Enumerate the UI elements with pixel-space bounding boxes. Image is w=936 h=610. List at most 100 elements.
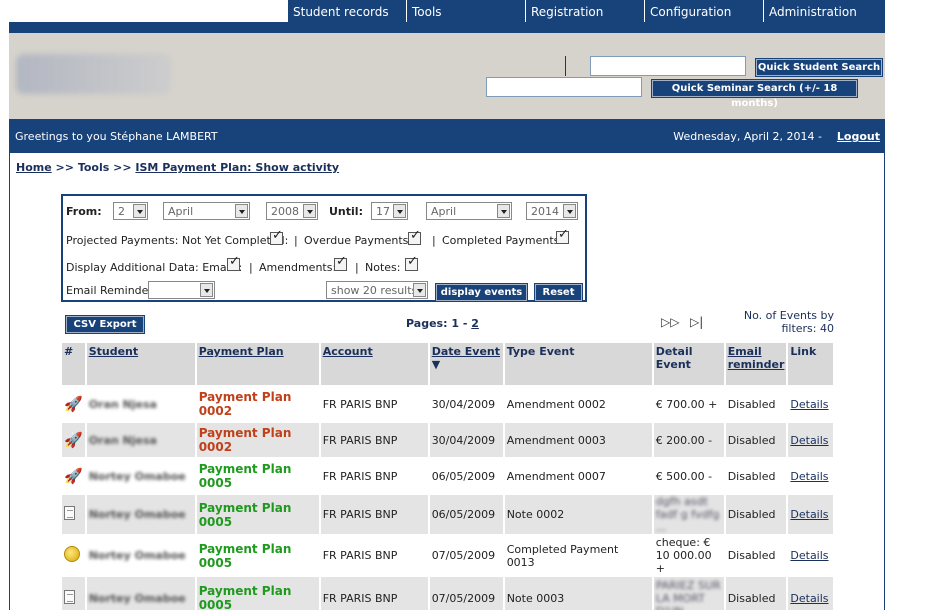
- reset-button[interactable]: Reset: [534, 283, 583, 302]
- from-day-select[interactable]: 2: [113, 202, 148, 220]
- chevron-down-icon: [393, 204, 406, 218]
- table-row: 🚀 Oran Njesa Payment Plan 0002 FR PARIS …: [62, 387, 833, 421]
- table-row: 🚀 Nortey Omaboe Payment Plan 0005 FR PAR…: [62, 459, 833, 493]
- page-dash: -: [462, 317, 468, 330]
- email-reminder: Disabled: [725, 423, 787, 457]
- date-event: 30/04/2009: [431, 397, 496, 411]
- from-year-select[interactable]: 2008: [266, 202, 318, 220]
- breadcrumb-tools: Tools: [77, 161, 110, 174]
- details-link[interactable]: Details: [790, 592, 828, 605]
- display-events-button[interactable]: display events: [435, 283, 528, 302]
- email-reminder: Disabled: [727, 397, 776, 411]
- until-month-select[interactable]: April: [426, 202, 512, 220]
- column-header-number: #: [62, 343, 85, 385]
- table-header-row: # Student Payment Plan Account Date Even…: [62, 343, 834, 385]
- details-link[interactable]: Details: [790, 398, 828, 411]
- quick-seminar-search-input[interactable]: [486, 77, 642, 97]
- greeting-text: Greetings to you Stéphane LAMBERT: [15, 130, 218, 143]
- column-header-email-reminder[interactable]: Email reminder: [725, 343, 787, 385]
- row-icon-cell: 🚀: [62, 423, 85, 457]
- quick-seminar-search-button[interactable]: Quick Seminar Search (+/- 18 months): [651, 79, 858, 109]
- quick-student-search-button[interactable]: Quick Student Search: [755, 58, 883, 77]
- notes-checkbox[interactable]: [405, 254, 418, 271]
- email-reminder: Disabled: [725, 577, 787, 610]
- nav-administration[interactable]: Administration: [763, 0, 885, 22]
- chevron-down-icon: [563, 204, 576, 218]
- details-link[interactable]: Details: [790, 508, 828, 521]
- divider: [565, 56, 566, 76]
- document-icon: [64, 589, 75, 604]
- details-link[interactable]: Details: [790, 434, 828, 447]
- logout-link[interactable]: Logout: [837, 130, 880, 143]
- detail-event: dgfh asdt fadf g fvdfg ...: [655, 495, 720, 534]
- amendments-checkbox[interactable]: [334, 254, 347, 271]
- until-day-select[interactable]: 17: [371, 202, 408, 220]
- email-reminder-select[interactable]: [148, 281, 215, 299]
- nav-registration[interactable]: Registration: [525, 0, 644, 22]
- page-1-link[interactable]: 1: [451, 317, 459, 330]
- column-header-account[interactable]: Account: [320, 343, 428, 385]
- type-event: Completed Payment 0013: [506, 542, 619, 569]
- filter-panel: From: 2 April 2008 Until: 17 April 2014 …: [61, 194, 587, 302]
- events-table: # Student Payment Plan Account Date Even…: [60, 341, 835, 610]
- breadcrumb-current[interactable]: ISM Payment Plan: Show activity: [135, 161, 339, 174]
- projected-checkbox[interactable]: [270, 228, 283, 245]
- row-icon-cell: 🚀: [62, 459, 85, 493]
- account: FR PARIS BNP: [320, 495, 428, 534]
- email-reminder: Disabled: [725, 495, 787, 534]
- until-label: Until:: [329, 205, 363, 218]
- detail-event: € 700.00 +: [655, 397, 718, 411]
- chevron-down-icon: [200, 283, 213, 297]
- type-event: Amendment 0007: [506, 469, 606, 483]
- breadcrumb-home[interactable]: Home: [16, 161, 52, 174]
- table-row: Nortey Omaboe Payment Plan 0005 FR PARIS…: [62, 536, 833, 575]
- overdue-checkbox[interactable]: [408, 228, 421, 245]
- chevron-down-icon: [413, 283, 426, 297]
- column-header-student[interactable]: Student: [86, 343, 195, 385]
- nav-tools[interactable]: Tools: [406, 0, 525, 22]
- date-event: 07/05/2009: [431, 549, 496, 562]
- payment-plan: Payment Plan 0005: [198, 500, 292, 529]
- completed-checkbox[interactable]: [556, 227, 569, 244]
- separator: |: [294, 234, 298, 247]
- from-month-value: April: [168, 205, 194, 218]
- student-name: Nortey Omaboe: [88, 549, 186, 562]
- detail-event: € 500.00 -: [655, 469, 713, 483]
- details-link[interactable]: Details: [790, 470, 828, 483]
- separator: |: [432, 234, 436, 247]
- student-name: Nortey Omaboe: [88, 469, 186, 483]
- student-name: Nortey Omaboe: [88, 508, 186, 521]
- column-header-payment-plan[interactable]: Payment Plan: [196, 343, 319, 385]
- breadcrumb: Home >> Tools >> ISM Payment Plan: Show …: [16, 161, 339, 174]
- student-name: Oran Njesa: [88, 433, 157, 447]
- top-nav: Student records Tools Registration Confi…: [287, 0, 885, 22]
- main-content: Home >> Tools >> ISM Payment Plan: Show …: [9, 153, 885, 610]
- student-name: Oran Njesa: [88, 397, 157, 411]
- results-per-page-select[interactable]: show 20 results: [326, 281, 428, 299]
- from-month-select[interactable]: April: [163, 202, 250, 220]
- completed-label: Completed Payments:: [442, 234, 564, 247]
- chevron-down-icon: [497, 204, 510, 218]
- next-page-icon[interactable]: ▷▷: [661, 315, 679, 329]
- details-link[interactable]: Details: [790, 549, 828, 562]
- column-header-detail-event: Detail Event: [653, 343, 724, 385]
- quick-student-search-input[interactable]: [590, 56, 746, 76]
- column-header-type-event: Type Event: [504, 343, 652, 385]
- until-year-select[interactable]: 2014: [526, 202, 578, 220]
- csv-export-button[interactable]: CSV Export: [65, 315, 145, 334]
- payment-plan: Payment Plan 0005: [198, 541, 292, 570]
- nav-student-records[interactable]: Student records: [287, 0, 406, 22]
- last-page-icon[interactable]: ▷|: [690, 315, 703, 329]
- rocket-icon: 🚀: [64, 395, 83, 413]
- table-row: 🚀 Oran Njesa Payment Plan 0002 FR PARIS …: [62, 423, 834, 457]
- emails-checkbox[interactable]: [227, 254, 240, 271]
- type-event: Note 0002: [504, 495, 652, 534]
- page-2-link[interactable]: 2: [471, 317, 479, 330]
- logo: [16, 54, 171, 94]
- type-event: Amendment 0002: [506, 397, 606, 411]
- nav-configuration[interactable]: Configuration: [644, 0, 763, 22]
- email-reminder-label: Email Reminder:: [66, 284, 157, 297]
- column-header-date-event[interactable]: Date Event ▼: [429, 343, 503, 385]
- email-reminder: Disabled: [727, 549, 776, 562]
- date-event: 07/05/2009: [429, 577, 503, 610]
